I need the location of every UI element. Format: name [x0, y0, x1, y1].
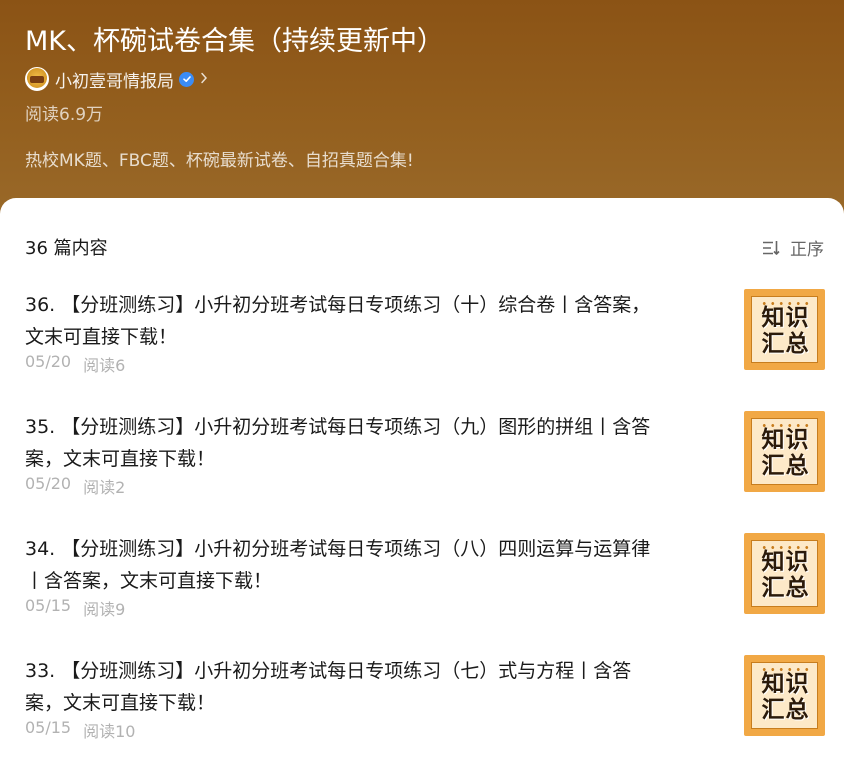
thumbnail-card: 知识汇总: [751, 296, 818, 363]
verified-badge-icon: [179, 71, 194, 87]
author-row[interactable]: 小初壹哥情报局: [25, 66, 208, 92]
thumbnail-text: 知识汇总: [761, 305, 810, 357]
author-name[interactable]: 小初壹哥情报局: [55, 67, 174, 92]
collection-description: 热校MK题、FBC题、杯碗最新试卷、自招真题合集!: [25, 151, 414, 171]
article-date: 05/15: [25, 596, 72, 615]
collection-read-count: 阅读6.9万: [25, 105, 104, 125]
article-item[interactable]: 36. 【分班测练习】小升初分班考试每日专项练习（十）综合卷丨含答案， 文末可直…: [25, 289, 825, 376]
article-date: 05/15: [25, 718, 72, 737]
article-list-panel: 36 篇内容 正序 36. 【分班测练习】小升初分班考试每日专项练习（十）综合卷…: [0, 198, 844, 773]
article-title[interactable]: 36. 【分班测练习】小升初分班考试每日专项练习（十）综合卷丨含答案， 文末可直…: [25, 289, 727, 353]
collection-header: MK、杯碗试卷合集（持续更新中） 小初壹哥情报局 阅读6.9万 热校MK题、FB…: [0, 0, 844, 230]
article-meta: 05/20 阅读2: [25, 474, 125, 498]
article-reads: 阅读6: [83, 356, 126, 375]
article-item[interactable]: 35. 【分班测练习】小升初分班考试每日专项练习（九）图形的拼组丨含答 案，文末…: [25, 411, 825, 498]
article-meta: 05/15 阅读10: [25, 718, 135, 742]
thumbnail-text: 知识汇总: [761, 427, 810, 479]
thumbnail-text: 知识汇总: [761, 549, 810, 601]
thumbnail-card: 知识汇总: [751, 418, 818, 485]
article-count-label: 36 篇内容: [25, 238, 108, 259]
sort-toggle-button[interactable]: 正序: [762, 235, 824, 260]
article-item[interactable]: 34. 【分班测练习】小升初分班考试每日专项练习（八）四则运算与运算律 丨含答案…: [25, 533, 825, 620]
chevron-right-icon[interactable]: [200, 71, 208, 87]
article-item[interactable]: 33. 【分班测练习】小升初分班考试每日专项练习（七）式与方程丨含答 案，文末可…: [25, 655, 825, 742]
article-meta: 05/15 阅读9: [25, 596, 125, 620]
article-meta: 05/20 阅读6: [25, 352, 125, 376]
article-reads: 阅读2: [83, 478, 126, 497]
article-title[interactable]: 35. 【分班测练习】小升初分班考试每日专项练习（九）图形的拼组丨含答 案，文末…: [25, 411, 727, 475]
article-reads: 阅读10: [83, 722, 136, 741]
article-reads: 阅读9: [83, 600, 126, 619]
article-thumbnail[interactable]: 知识汇总: [744, 411, 825, 492]
article-title[interactable]: 34. 【分班测练习】小升初分班考试每日专项练习（八）四则运算与运算律 丨含答案…: [25, 533, 727, 597]
article-title[interactable]: 33. 【分班测练习】小升初分班考试每日专项练习（七）式与方程丨含答 案，文末可…: [25, 655, 727, 719]
author-avatar[interactable]: [25, 67, 49, 91]
sort-label: 正序: [790, 240, 824, 260]
article-thumbnail[interactable]: 知识汇总: [744, 533, 825, 614]
sort-icon: [762, 240, 780, 256]
article-date: 05/20: [25, 352, 72, 371]
thumbnail-card: 知识汇总: [751, 662, 818, 729]
article-thumbnail[interactable]: 知识汇总: [744, 655, 825, 736]
thumbnail-card: 知识汇总: [751, 540, 818, 607]
article-thumbnail[interactable]: 知识汇总: [744, 289, 825, 370]
collection-title: MK、杯碗试卷合集（持续更新中）: [25, 26, 445, 57]
article-date: 05/20: [25, 474, 72, 493]
thumbnail-text: 知识汇总: [761, 671, 810, 723]
